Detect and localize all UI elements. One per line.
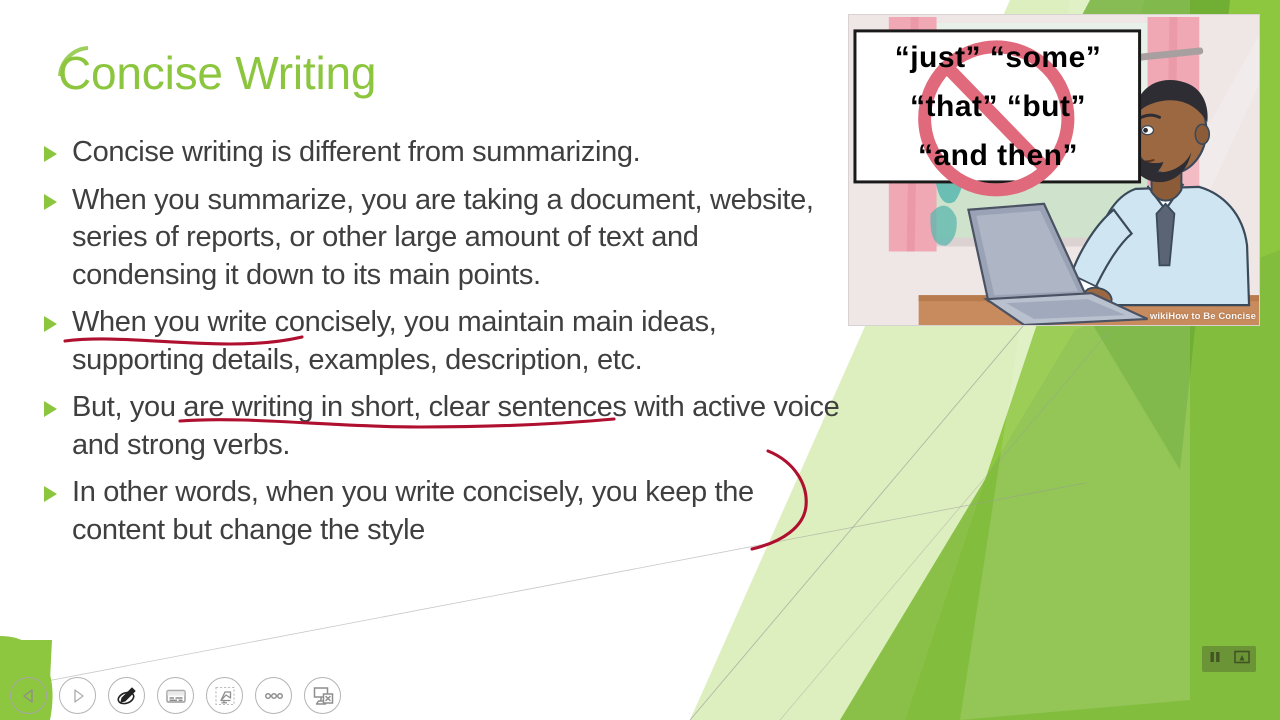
bullet-text: When you write concisely, you maintain m…: [72, 306, 717, 376]
subtitles-button[interactable]: [157, 677, 194, 714]
slide-picture: “just” “some” “that” “but” “and then” wi…: [848, 14, 1260, 326]
slide-body-bullet-list: Concise writing is different from summar…: [40, 134, 840, 559]
previous-slide-button[interactable]: [10, 677, 47, 714]
presenter-view-button[interactable]: [1234, 650, 1250, 669]
pen-tools-button[interactable]: [108, 677, 145, 714]
end-show-button[interactable]: [304, 677, 341, 714]
zoom-slide-button[interactable]: [206, 677, 243, 714]
bullet-text: In other words, when you write concisely…: [72, 476, 754, 546]
next-slide-button[interactable]: [59, 677, 96, 714]
triangle-bullet-icon: [40, 182, 72, 215]
sign-board: [853, 29, 1142, 184]
triangle-bullet-icon: [40, 304, 72, 337]
chevron-right-icon: [73, 688, 84, 703]
pen-slash-icon: [116, 686, 136, 704]
pause-button[interactable]: [1208, 650, 1222, 669]
projector-x-icon: [313, 686, 333, 705]
triangle-bullet-icon: [40, 474, 72, 507]
list-item: Concise writing is different from summar…: [40, 134, 840, 172]
presentation-slide: Concise Writing Concise writing is diffe…: [0, 0, 1280, 720]
pupil: [1143, 127, 1148, 133]
triangle-bullet-icon: [40, 134, 72, 167]
zoom-slide-icon: [214, 686, 235, 705]
list-item: When you write concisely, you maintain m…: [40, 304, 840, 379]
triangle-bullet-icon: [40, 389, 72, 422]
ellipsis-icon: [264, 692, 283, 699]
list-item: In other words, when you write concisely…: [40, 474, 840, 549]
bullet-text: When you summarize, you are taking a doc…: [72, 183, 814, 291]
media-overlay-controls: [1202, 646, 1256, 672]
list-item: But, you are writing in short, clear sen…: [40, 389, 840, 464]
subtitles-icon: [165, 689, 186, 703]
ear: [1194, 123, 1211, 145]
slideshow-controls-toolbar: [10, 677, 341, 714]
watermark-rest-text: How to Be Concise: [1168, 311, 1256, 322]
wikihow-watermark: wikiHow to Be Concise: [1150, 311, 1256, 322]
pause-icon: [1210, 651, 1220, 662]
chevron-left-icon: [22, 688, 33, 703]
presenter-view-icon: [1234, 650, 1250, 663]
bullet-text: But, you are writing in short, clear sen…: [72, 391, 840, 461]
more-options-button[interactable]: [255, 677, 292, 714]
slide-title: Concise Writing: [58, 47, 377, 99]
watermark-wiki-text: wiki: [1149, 311, 1169, 322]
bullet-text: Concise writing is different from summar…: [72, 136, 641, 168]
illustration-svg: [849, 15, 1259, 325]
list-item: When you summarize, you are taking a doc…: [40, 182, 840, 295]
